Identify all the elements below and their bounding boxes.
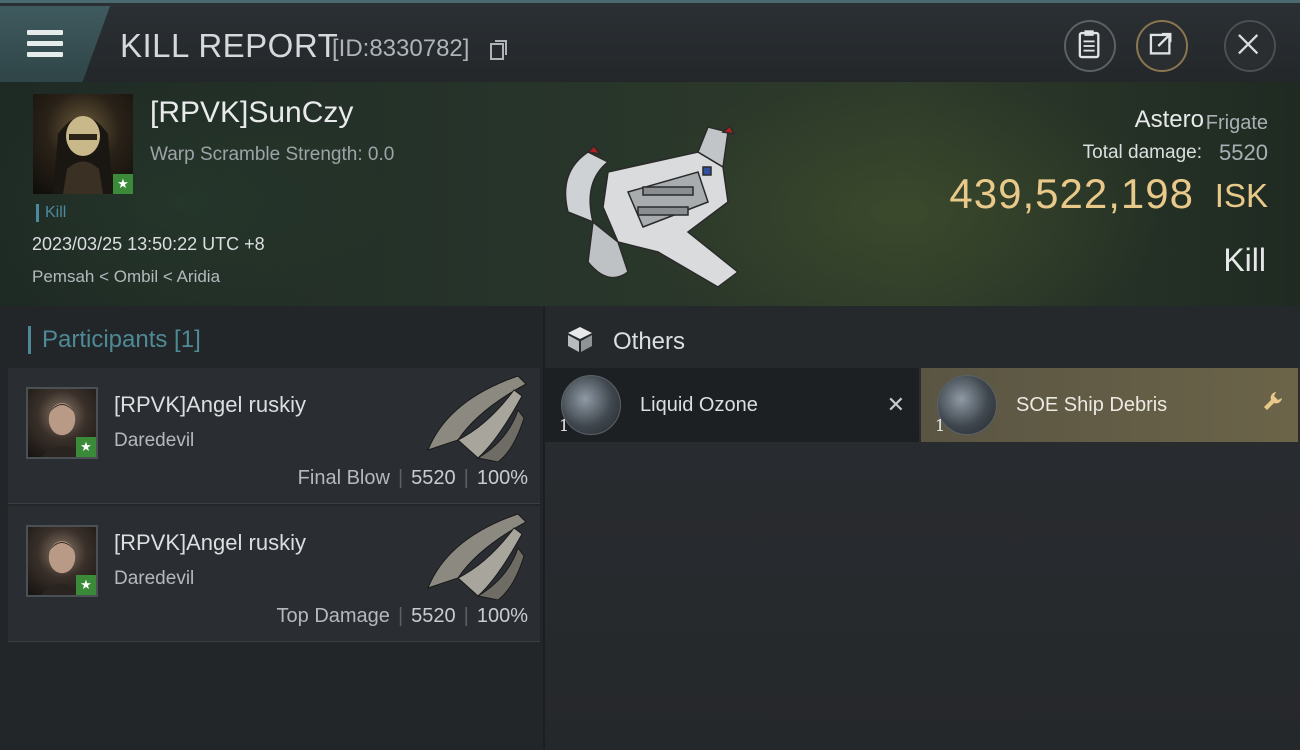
participant-role: Final Blow [297, 467, 390, 489]
kill-tag: Kill [36, 204, 66, 222]
victim-ship-image[interactable] [548, 112, 748, 292]
participant-ship: Daredevil [114, 430, 195, 451]
item-quantity: 1 [559, 416, 570, 435]
victim-avatar[interactable]: ★ [33, 94, 133, 194]
victim-panel: ★ [RPVK]SunCzy Warp Scramble Strength: 0… [0, 82, 1300, 306]
item-name: Liquid Ozone [640, 394, 758, 416]
total-damage-value: 5520 [1219, 140, 1268, 165]
participants-panel: Participants [1] ★ [RPVK]Angel ruskiy Da… [0, 306, 543, 750]
participant-damage: 5520 [411, 467, 456, 489]
others-header: Others [545, 306, 1300, 368]
item-quantity: 1 [935, 416, 946, 435]
star-icon: ★ [113, 174, 133, 194]
participant-damage: 5520 [411, 605, 456, 627]
x-icon: ✕ [886, 392, 905, 417]
warp-scramble-strength: Warp Scramble Strength: 0.0 [150, 144, 395, 165]
copy-icon[interactable] [489, 39, 509, 61]
page-title: KILL REPORT [120, 27, 339, 64]
share-button[interactable] [1136, 20, 1188, 72]
liquid-ozone-icon [561, 375, 621, 435]
participant-row[interactable]: ★ [RPVK]Angel ruskiy Daredevil Top Damag… [8, 506, 540, 642]
isk-value: 439,522,198 [949, 170, 1194, 217]
participant-name[interactable]: [RPVK]Angel ruskiy [114, 392, 306, 418]
clipboard-icon [1078, 30, 1100, 59]
wrench-icon [1264, 392, 1282, 410]
kill-location[interactable]: Pemsah < Ombil < Aridia [32, 267, 220, 287]
participant-avatar[interactable]: ★ [26, 387, 98, 459]
kill-datetime: 2023/03/25 13:50:22 UTC +8 [32, 234, 265, 254]
victim-ship-class: Frigate [1205, 112, 1268, 134]
menu-icon [27, 30, 63, 58]
box-icon [568, 327, 592, 352]
participant-avatar[interactable]: ★ [26, 525, 98, 597]
participant-name[interactable]: [RPVK]Angel ruskiy [114, 530, 306, 556]
star-icon: ★ [76, 437, 96, 457]
participant-ship-image[interactable] [418, 508, 530, 600]
title-bar: KILL REPORT [ID:8330782] [0, 0, 1300, 82]
star-icon: ★ [76, 575, 96, 595]
participant-ship-image[interactable] [418, 370, 530, 462]
close-button[interactable] [1224, 20, 1276, 72]
participants-header: Participants [1] [28, 326, 201, 354]
victim-name[interactable]: [RPVK]SunCzy [150, 96, 353, 130]
participant-row[interactable]: ★ [RPVK]Angel ruskiy Daredevil Final Blo… [8, 368, 540, 504]
others-panel: Others 1 Liquid Ozone ✕ 1 SOE Ship Debri… [545, 306, 1300, 750]
item-liquid-ozone[interactable]: 1 Liquid Ozone ✕ [545, 368, 919, 442]
isk-unit: ISK [1214, 177, 1268, 214]
clipboard-button[interactable] [1064, 20, 1116, 72]
participant-role: Top Damage [276, 605, 390, 627]
participant-stats: Top Damage | 5520 | 100% [276, 605, 528, 627]
close-icon [1238, 34, 1259, 55]
report-id: [ID:8330782] [332, 35, 470, 62]
item-name: SOE Ship Debris [1016, 394, 1168, 416]
others-title: Others [613, 328, 686, 355]
participant-percent: 100% [476, 467, 528, 489]
share-icon [1149, 32, 1172, 55]
total-damage-label: Total damage: [1082, 142, 1202, 163]
ship-debris-icon [937, 375, 997, 435]
participant-stats: Final Blow | 5520 | 100% [297, 467, 528, 489]
participant-percent: 100% [476, 605, 528, 627]
kill-result-label: Kill [1223, 242, 1266, 278]
victim-ship-name[interactable]: Astero [1135, 106, 1204, 134]
item-soe-ship-debris[interactable]: 1 SOE Ship Debris [921, 368, 1298, 442]
participant-ship: Daredevil [114, 568, 195, 589]
menu-button[interactable] [0, 6, 110, 82]
